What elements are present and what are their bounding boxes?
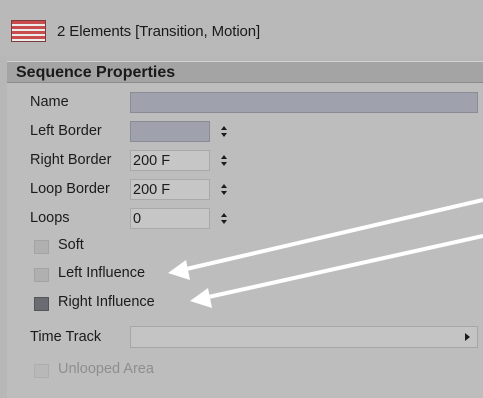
arrow-head-left-influence-icon — [168, 260, 190, 280]
arrow-line-right-influence — [203, 234, 483, 300]
arrow-line-left-influence — [181, 198, 483, 272]
annotation-arrows — [168, 198, 483, 308]
arrow-head-right-influence-icon — [190, 288, 212, 308]
